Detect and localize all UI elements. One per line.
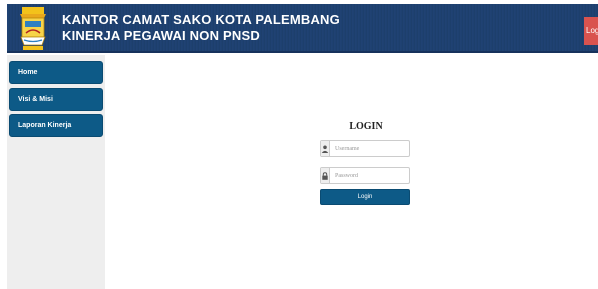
sidebar-item-home[interactable]: Home (9, 61, 103, 84)
username-input-group (320, 140, 410, 157)
app-title-line-1: KANTOR CAMAT SAKO KOTA PALEMBANG (62, 12, 340, 27)
username-field[interactable] (330, 141, 409, 156)
login-title: LOGIN (349, 121, 383, 132)
sidebar: Home Visi & Misi Laporan Kinerja (7, 55, 105, 289)
logout-button[interactable]: Logout (584, 17, 598, 45)
user-icon (321, 141, 330, 156)
password-field[interactable] (330, 168, 409, 183)
app-title-line-2: KINERJA PEGAWAI NON PNSD (62, 28, 260, 43)
password-input-group (320, 167, 410, 184)
lock-icon (321, 168, 330, 183)
login-form: LOGIN Login (320, 120, 412, 210)
palembang-crest-icon (20, 7, 46, 50)
login-button[interactable]: Login (320, 189, 410, 205)
sidebar-item-laporan-kinerja[interactable]: Laporan Kinerja (9, 114, 103, 137)
app-header: KANTOR CAMAT SAKO KOTA PALEMBANG KINERJA… (7, 4, 598, 53)
sidebar-item-visi-misi[interactable]: Visi & Misi (9, 88, 103, 111)
